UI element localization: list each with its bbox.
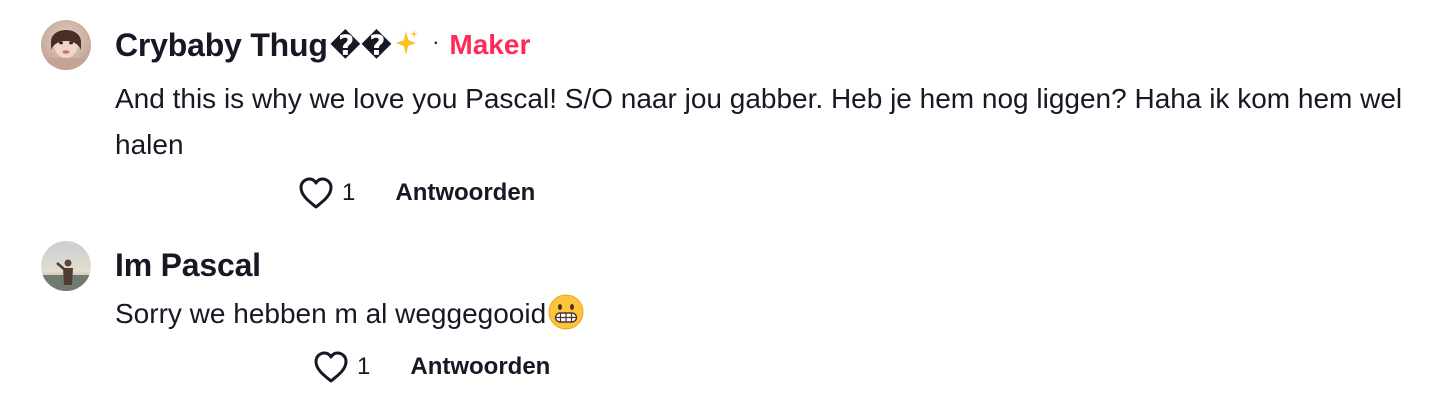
comment-text: And this is why we love you Pascal! S/O … <box>115 83 1403 160</box>
comment-actions: 1 Antwoorden <box>115 347 550 387</box>
comment-text: Sorry we hebben m al weggegooid <box>115 291 1440 337</box>
comment-item: Crybaby Thug �� · Maker And this is why … <box>0 0 1444 220</box>
like-count: 1 <box>357 353 371 380</box>
like-count: 1 <box>342 179 356 206</box>
comment-actions: 1 Antwoorden <box>115 173 535 213</box>
comment-text-body: Sorry we hebben m al weggegooid <box>115 298 547 329</box>
like-button[interactable]: 1 <box>313 350 370 384</box>
author-name[interactable]: Im Pascal <box>115 247 261 284</box>
separator-dot: · <box>432 29 440 54</box>
heart-outline-icon[interactable] <box>313 350 349 384</box>
avatar[interactable] <box>41 20 91 70</box>
comment-item: Im Pascal Sorry we hebben m al weggegooi… <box>0 220 1444 407</box>
reply-button[interactable]: Antwoorden <box>410 353 550 381</box>
author-name[interactable]: Crybaby Thug <box>115 27 328 64</box>
avatar-photo-crybaby-thug <box>41 20 91 70</box>
comment-header: Im Pascal <box>115 245 261 285</box>
like-button[interactable]: 1 <box>298 176 355 210</box>
comment-header: Crybaby Thug �� · Maker <box>115 25 530 65</box>
avatar[interactable] <box>41 241 91 291</box>
sparkles-icon <box>394 29 419 57</box>
grimacing-face-emoji-icon <box>547 293 585 331</box>
heart-outline-icon[interactable] <box>298 176 334 210</box>
maker-badge: Maker <box>449 29 531 60</box>
avatar-photo-im-pascal <box>41 241 91 291</box>
author-name-glyphs: �� <box>329 29 393 61</box>
reply-button[interactable]: Antwoorden <box>395 179 535 207</box>
